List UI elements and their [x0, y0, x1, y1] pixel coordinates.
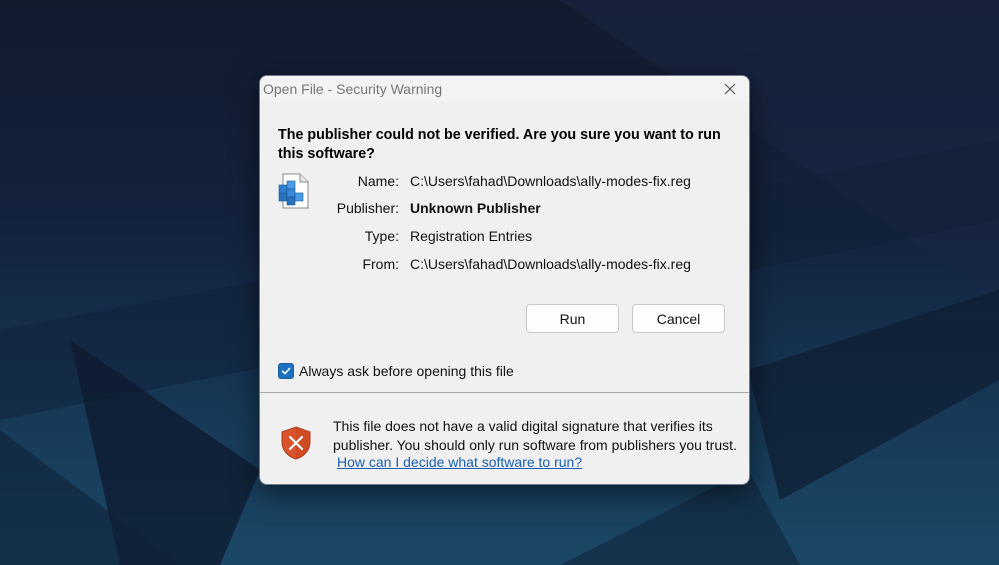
file-type-value: Registration Entries	[410, 228, 533, 244]
shield-warning-icon	[281, 426, 311, 460]
run-button[interactable]: Run	[526, 304, 619, 333]
field-from-row: From: C:\Users\fahad\Downloads\ally-mode…	[260, 256, 749, 276]
cancel-button[interactable]: Cancel	[632, 304, 725, 333]
desktop-wallpaper: Open File - Security Warning The publish…	[0, 0, 999, 565]
field-label: From:	[362, 256, 399, 272]
publisher-value: Unknown Publisher	[410, 200, 541, 216]
title-bar: Open File - Security Warning	[260, 76, 749, 102]
security-warning-dialog: Open File - Security Warning The publish…	[259, 75, 750, 485]
field-label: Type:	[364, 228, 399, 244]
always-ask-checkbox[interactable]	[278, 363, 294, 379]
dialog-title: Open File - Security Warning	[263, 81, 443, 97]
warning-heading: The publisher could not be verified. Are…	[278, 127, 721, 162]
always-ask-option[interactable]: Always ask before opening this file	[278, 362, 514, 380]
signature-warning-text: This file does not have a valid digital …	[333, 418, 737, 453]
field-type-row: Type: Registration Entries	[260, 228, 749, 248]
field-name-row: Name: C:\Users\fahad\Downloads\ally-mode…	[260, 173, 749, 193]
close-icon	[724, 83, 736, 95]
checkmark-icon	[281, 367, 291, 375]
help-link[interactable]: How can I decide what software to run?	[337, 454, 582, 470]
always-ask-label[interactable]: Always ask before opening this file	[299, 363, 514, 379]
field-label: Name:	[357, 173, 399, 189]
file-name-value: C:\Users\fahad\Downloads\ally-modes-fix.…	[410, 173, 691, 189]
close-button[interactable]	[719, 79, 741, 99]
field-label: Publisher:	[336, 200, 399, 216]
divider	[260, 392, 749, 393]
field-publisher-row: Publisher: Unknown Publisher	[260, 200, 749, 220]
file-from-value: C:\Users\fahad\Downloads\ally-modes-fix.…	[410, 256, 691, 272]
